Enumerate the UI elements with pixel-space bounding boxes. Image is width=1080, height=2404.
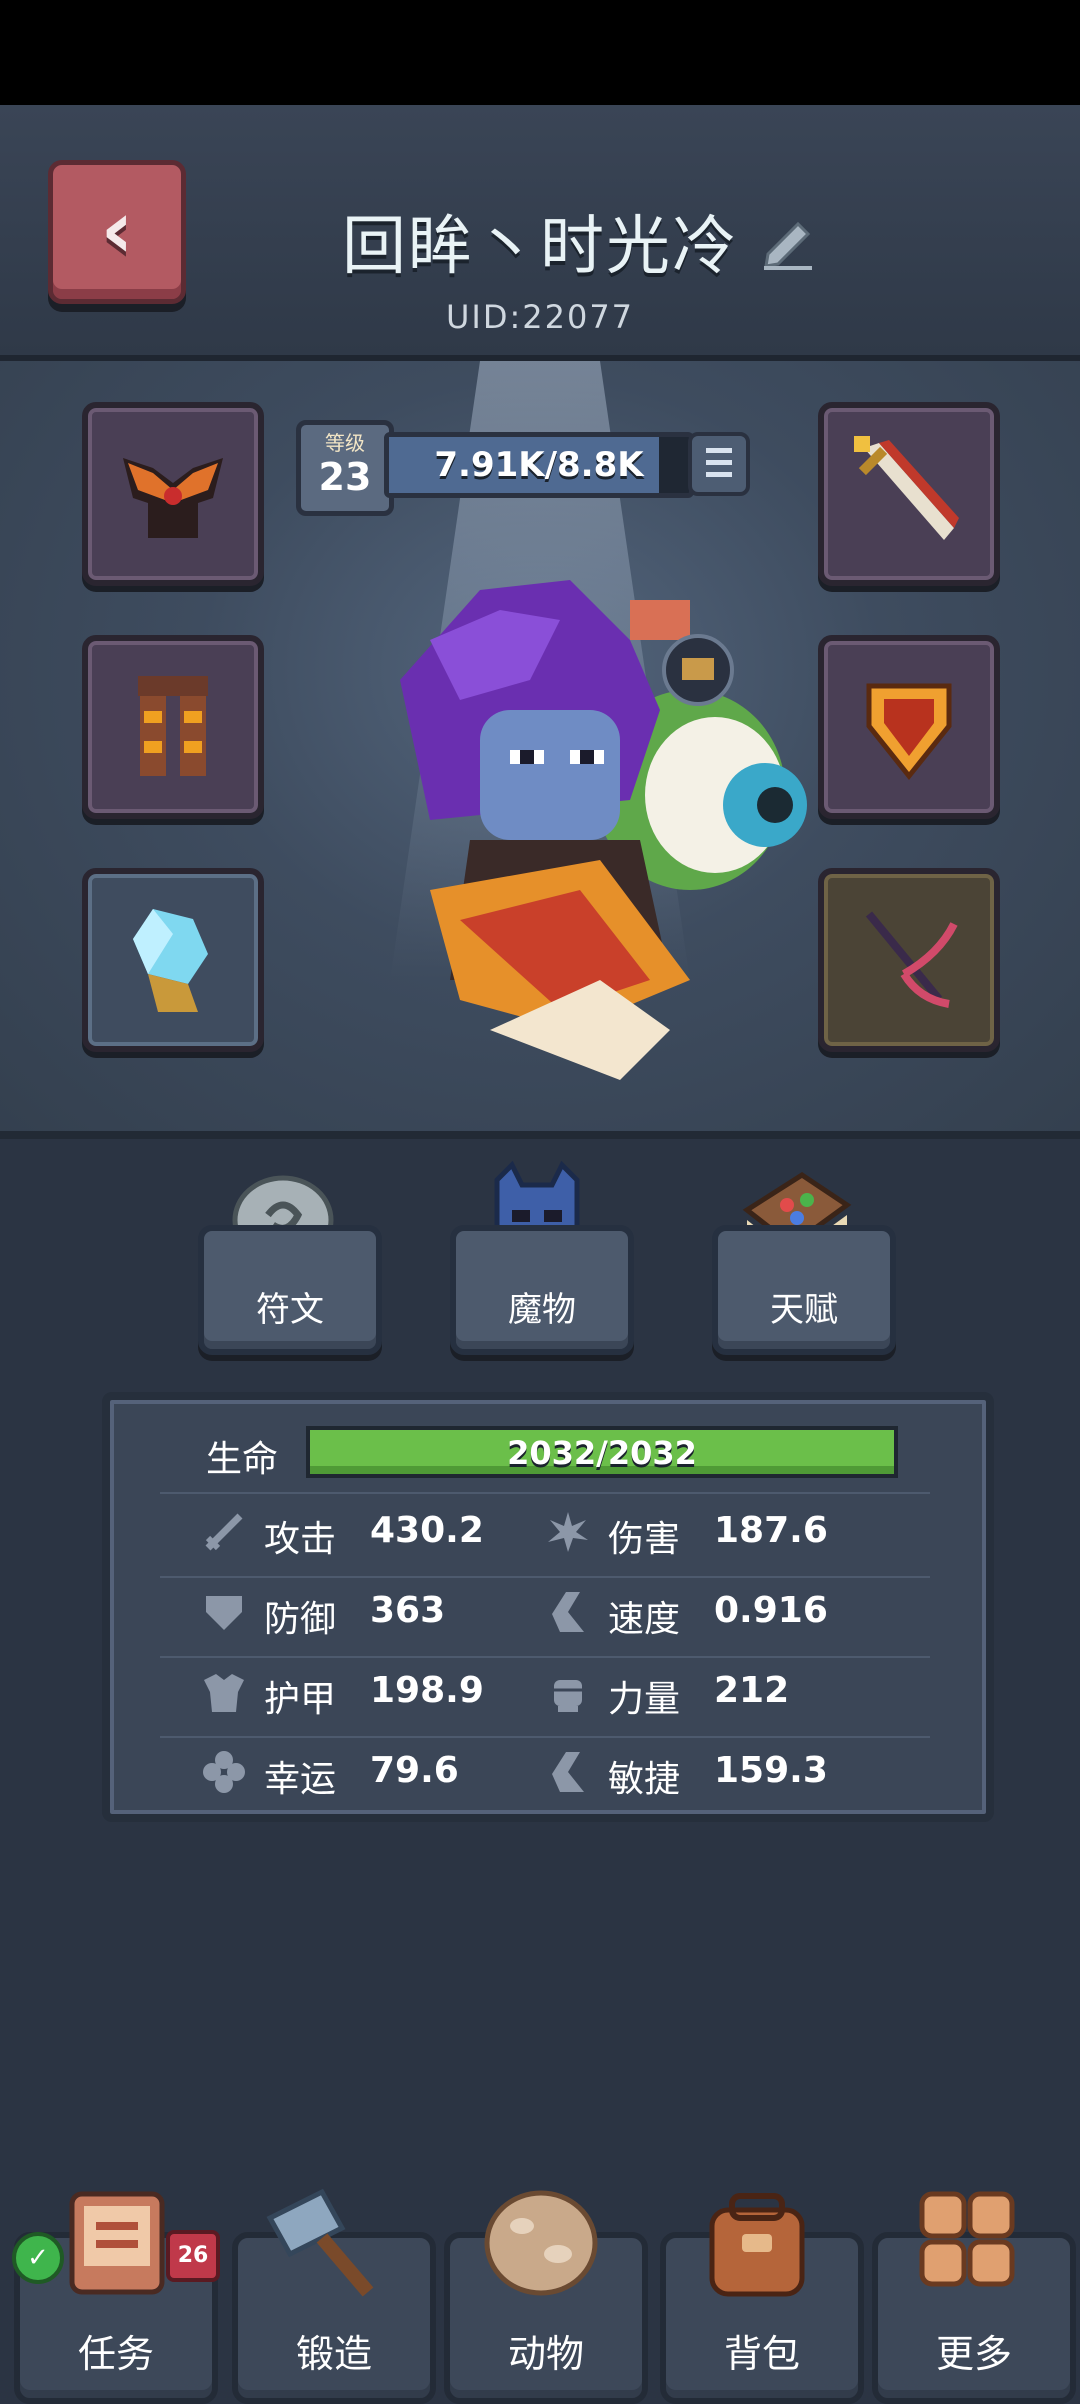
leg-armor-icon	[138, 676, 208, 776]
quest-scroll-icon	[69, 2191, 165, 2295]
sword-icon	[205, 1513, 243, 1551]
nav-label: 锻造	[295, 2332, 372, 2376]
stat-value: 212	[714, 1670, 790, 1711]
fist-icon	[554, 1680, 582, 1712]
back-button[interactable]: ‹	[48, 160, 186, 304]
equip-slot-weapon[interactable]	[818, 402, 1000, 586]
stat-value: 363	[370, 1590, 446, 1631]
stat-name: 护甲	[264, 1679, 337, 1720]
nav-label: 更多	[935, 2332, 1012, 2376]
stat-agility: 敏捷 159.3	[546, 1744, 866, 1804]
divider	[160, 1736, 930, 1738]
stat-name: 攻击	[264, 1519, 337, 1560]
backpack-icon	[709, 2193, 805, 2297]
nav-label: 动物	[507, 2332, 584, 2376]
tab-talents-label: 天赋	[770, 1290, 838, 1330]
chest-armor-icon	[123, 458, 223, 538]
nav-label: 背包	[723, 2332, 800, 2376]
stat-value: 79.6	[370, 1750, 459, 1791]
stat-speed: 速度 0.916	[546, 1584, 866, 1644]
hp-text: 2032/2032	[507, 1434, 697, 1472]
divider	[160, 1656, 930, 1658]
stat-name: 力量	[608, 1679, 681, 1720]
stat-name: 防御	[264, 1599, 337, 1640]
clover-icon	[203, 1751, 245, 1793]
player-character	[400, 580, 807, 1080]
boot-icon	[552, 1592, 584, 1632]
player-name: 回眸丶时光冷	[342, 210, 738, 284]
crystal-icon	[133, 909, 208, 1012]
tab-runes-label: 符文	[256, 1290, 324, 1330]
equip-slot-accessory[interactable]	[82, 868, 264, 1052]
tab-runes[interactable]: 符文	[198, 1225, 382, 1355]
stat-luck: 幸运 79.6	[202, 1744, 522, 1804]
uid-label: UID:22077	[445, 298, 635, 336]
tab-monsters[interactable]: 魔物	[450, 1225, 634, 1355]
nav-label: 任务	[77, 2332, 154, 2376]
armor-icon	[204, 1674, 244, 1712]
divider	[160, 1576, 930, 1578]
stats-panel: 生命 2032/2032 攻击 430.2 伤害 187.6 防御 363 速度…	[102, 1392, 994, 1822]
status-bar	[0, 0, 1080, 105]
edit-name-icon[interactable]	[758, 212, 818, 272]
sword-weapon-icon	[854, 436, 959, 540]
tab-talents[interactable]: 天赋	[712, 1225, 896, 1355]
divider	[160, 1492, 930, 1494]
stat-damage: 伤害 187.6	[546, 1504, 866, 1564]
stat-strength: 力量 212	[546, 1664, 866, 1724]
grid-icon	[919, 2191, 1015, 2287]
equip-slot-legs[interactable]	[82, 635, 264, 819]
xp-bar: 7.91K/8.8K	[384, 432, 694, 498]
stat-value: 187.6	[714, 1510, 828, 1551]
xp-text: 7.91K/8.8K	[434, 445, 644, 485]
boot-icon	[552, 1752, 584, 1792]
stat-value: 430.2	[370, 1510, 484, 1551]
stat-armor: 护甲 198.9	[202, 1664, 522, 1724]
quest-complete-icon: ✓	[12, 2232, 64, 2284]
stat-attack: 攻击 430.2	[202, 1504, 522, 1564]
quest-count-badge: 26	[166, 2230, 220, 2282]
stat-value: 0.916	[714, 1590, 828, 1631]
shield-item-icon	[866, 683, 952, 781]
chevron-left-icon: ‹	[100, 183, 134, 276]
stat-name: 敏捷	[608, 1759, 681, 1800]
level-badge: 等级 23	[296, 420, 394, 516]
hp-bar: 2032/2032	[306, 1426, 898, 1478]
burst-icon	[548, 1512, 588, 1552]
level-value: 23	[318, 455, 372, 499]
equip-slot-chest[interactable]	[82, 402, 264, 586]
stat-value: 159.3	[714, 1750, 828, 1791]
stat-name: 幸运	[264, 1759, 337, 1800]
egg-icon	[484, 2190, 598, 2296]
level-detail-button[interactable]	[688, 432, 750, 496]
crossbow-icon	[865, 911, 958, 1008]
hp-label: 生命	[206, 1439, 279, 1480]
tab-monsters-label: 魔物	[508, 1290, 576, 1330]
stat-value: 198.9	[370, 1670, 484, 1711]
hammer-icon	[266, 2188, 374, 2297]
level-label: 等级	[325, 431, 365, 455]
shield-icon	[206, 1596, 242, 1630]
stat-name: 伤害	[608, 1519, 681, 1560]
stat-name: 速度	[608, 1599, 681, 1640]
stat-defense: 防御 363	[202, 1584, 522, 1644]
